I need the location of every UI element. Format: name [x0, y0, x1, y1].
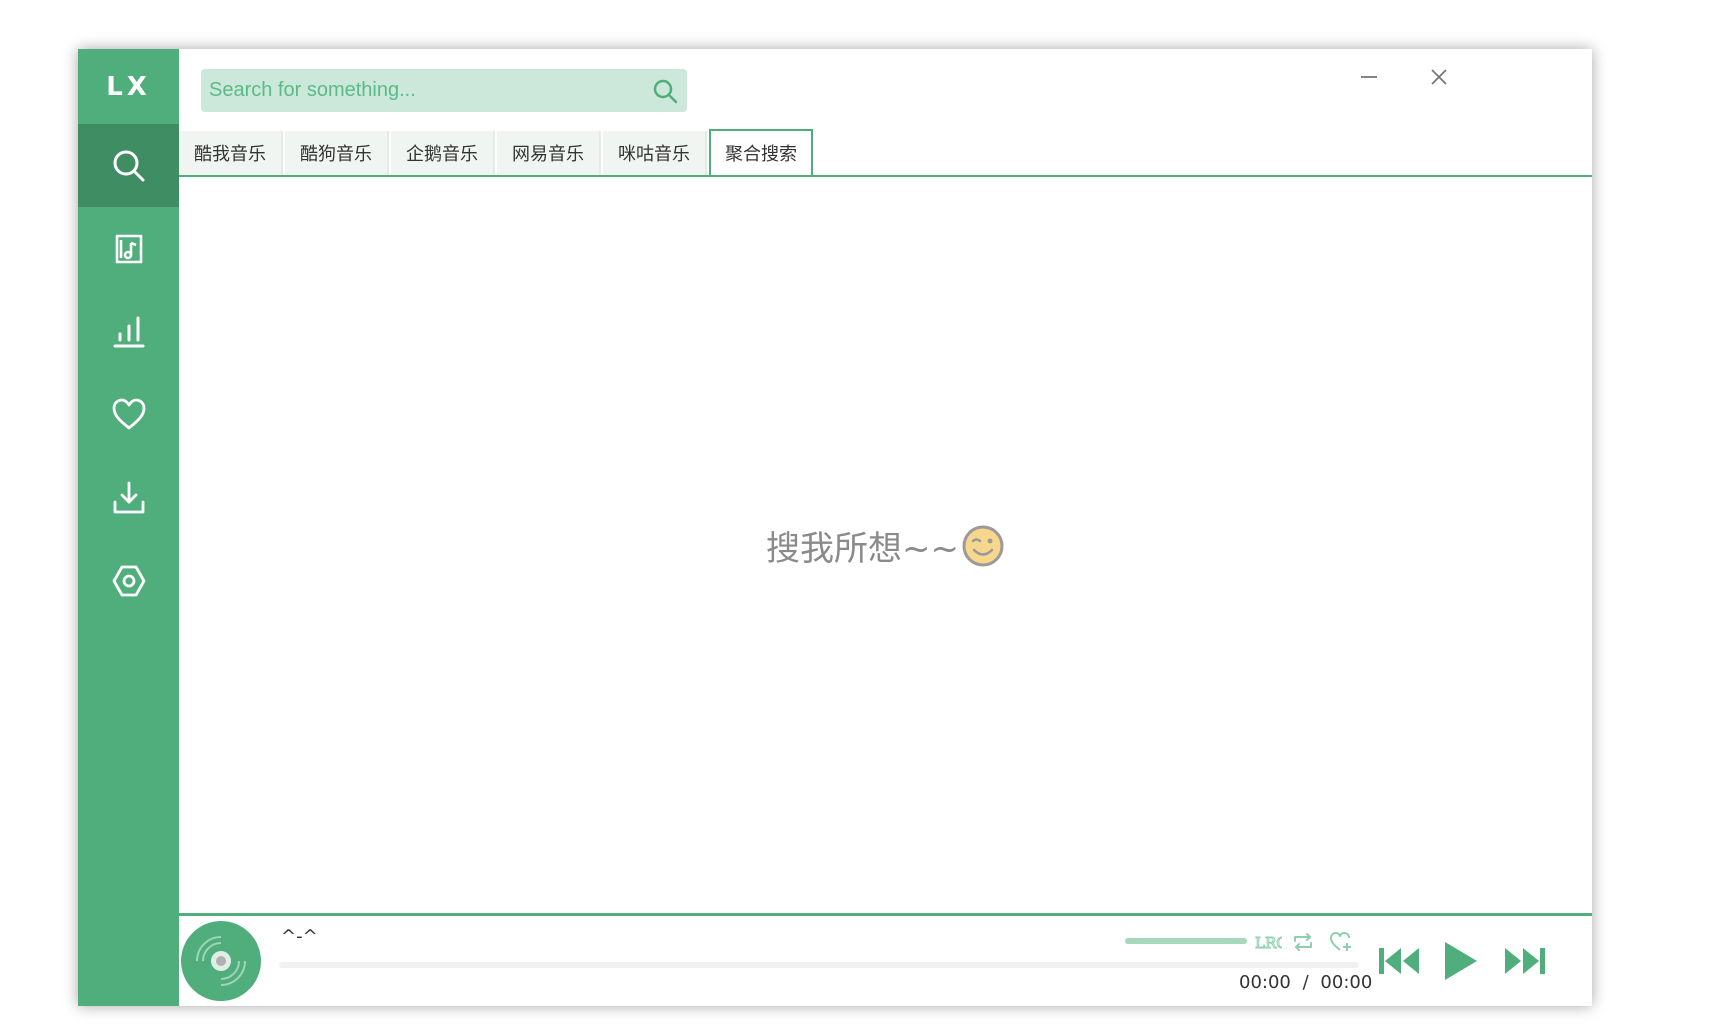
sidebar-item-favorites[interactable]: [78, 373, 179, 456]
previous-button[interactable]: [1374, 936, 1424, 986]
tab-kuwo[interactable]: 酷我音乐: [179, 131, 283, 175]
total-time: 00:00: [1320, 972, 1373, 993]
sidebar-item-download[interactable]: [78, 456, 179, 539]
repeat-icon: [1294, 933, 1312, 951]
volume-slider[interactable]: [1125, 938, 1247, 944]
empty-state: 搜我所想~~: [766, 521, 1005, 570]
search-icon: [113, 150, 144, 181]
tab-kugou[interactable]: 酷狗音乐: [285, 131, 389, 175]
search-results-area: 搜我所想~~: [179, 177, 1592, 914]
play-button[interactable]: [1436, 936, 1486, 986]
lyrics-button[interactable]: LRC: [1254, 928, 1283, 956]
time-separator: /: [1302, 972, 1309, 993]
play-icon: [1445, 942, 1477, 980]
heart-icon: [112, 398, 145, 429]
album-disc-icon[interactable]: [181, 921, 261, 1001]
repeat-button[interactable]: [1289, 928, 1317, 956]
sidebar-item-leaderboard[interactable]: [78, 290, 179, 373]
main-panel: 酷我音乐 酷狗音乐 企鹅音乐 网易音乐 咪咕音乐 聚合搜索 搜我所想~~: [179, 49, 1592, 1006]
minimize-button[interactable]: [1349, 57, 1389, 97]
time-display: 00:00 / 00:00: [1239, 972, 1372, 993]
app-window: LX Search for something... 酷我音乐 酷狗音乐 企鹅音…: [78, 49, 1592, 1006]
wink-emoji-icon: [962, 525, 1004, 566]
song-title: ^-^: [281, 926, 318, 947]
sidebar-item-search[interactable]: [78, 124, 179, 207]
tab-aggregate[interactable]: 聚合搜索: [709, 129, 813, 175]
current-time: 00:00: [1239, 972, 1291, 993]
next-icon: [1505, 948, 1545, 974]
volume-level: [1125, 938, 1247, 944]
tab-netease[interactable]: 网易音乐: [497, 131, 601, 175]
settings-icon: [112, 565, 145, 596]
previous-icon: [1379, 948, 1419, 974]
lyrics-icon: LRC: [1255, 934, 1283, 953]
empty-state-text: 搜我所想~~: [766, 529, 959, 569]
svg-text:LRC: LRC: [1255, 934, 1282, 952]
progress-bar[interactable]: [279, 962, 1359, 968]
close-button[interactable]: [1419, 57, 1459, 97]
tab-migu[interactable]: 咪咕音乐: [603, 131, 707, 175]
tab-qq[interactable]: 企鹅音乐: [391, 131, 495, 175]
add-favorite-icon: [1330, 932, 1351, 951]
app-logo: LX: [106, 71, 151, 102]
search-icon: [653, 79, 678, 103]
minimize-icon: [1361, 76, 1377, 78]
source-tabs: 酷我音乐 酷狗音乐 企鹅音乐 网易音乐 咪咕音乐 聚合搜索: [179, 129, 1592, 177]
sidebar-item-songlist[interactable]: [78, 207, 179, 290]
music-list-icon: [115, 234, 142, 263]
search-input[interactable]: [201, 69, 643, 112]
search-button[interactable]: [643, 69, 687, 112]
close-icon: [1431, 69, 1447, 85]
next-button[interactable]: [1500, 936, 1550, 986]
sidebar-item-settings[interactable]: [78, 539, 179, 622]
player-bar: ^-^ LRC 00:00 / 00:00: [179, 913, 1592, 1006]
sidebar: LX: [78, 49, 179, 1006]
add-favorite-button[interactable]: [1327, 928, 1355, 956]
search-bar: [201, 69, 687, 112]
download-icon: [113, 481, 144, 513]
bar-chart-icon: [113, 316, 144, 347]
